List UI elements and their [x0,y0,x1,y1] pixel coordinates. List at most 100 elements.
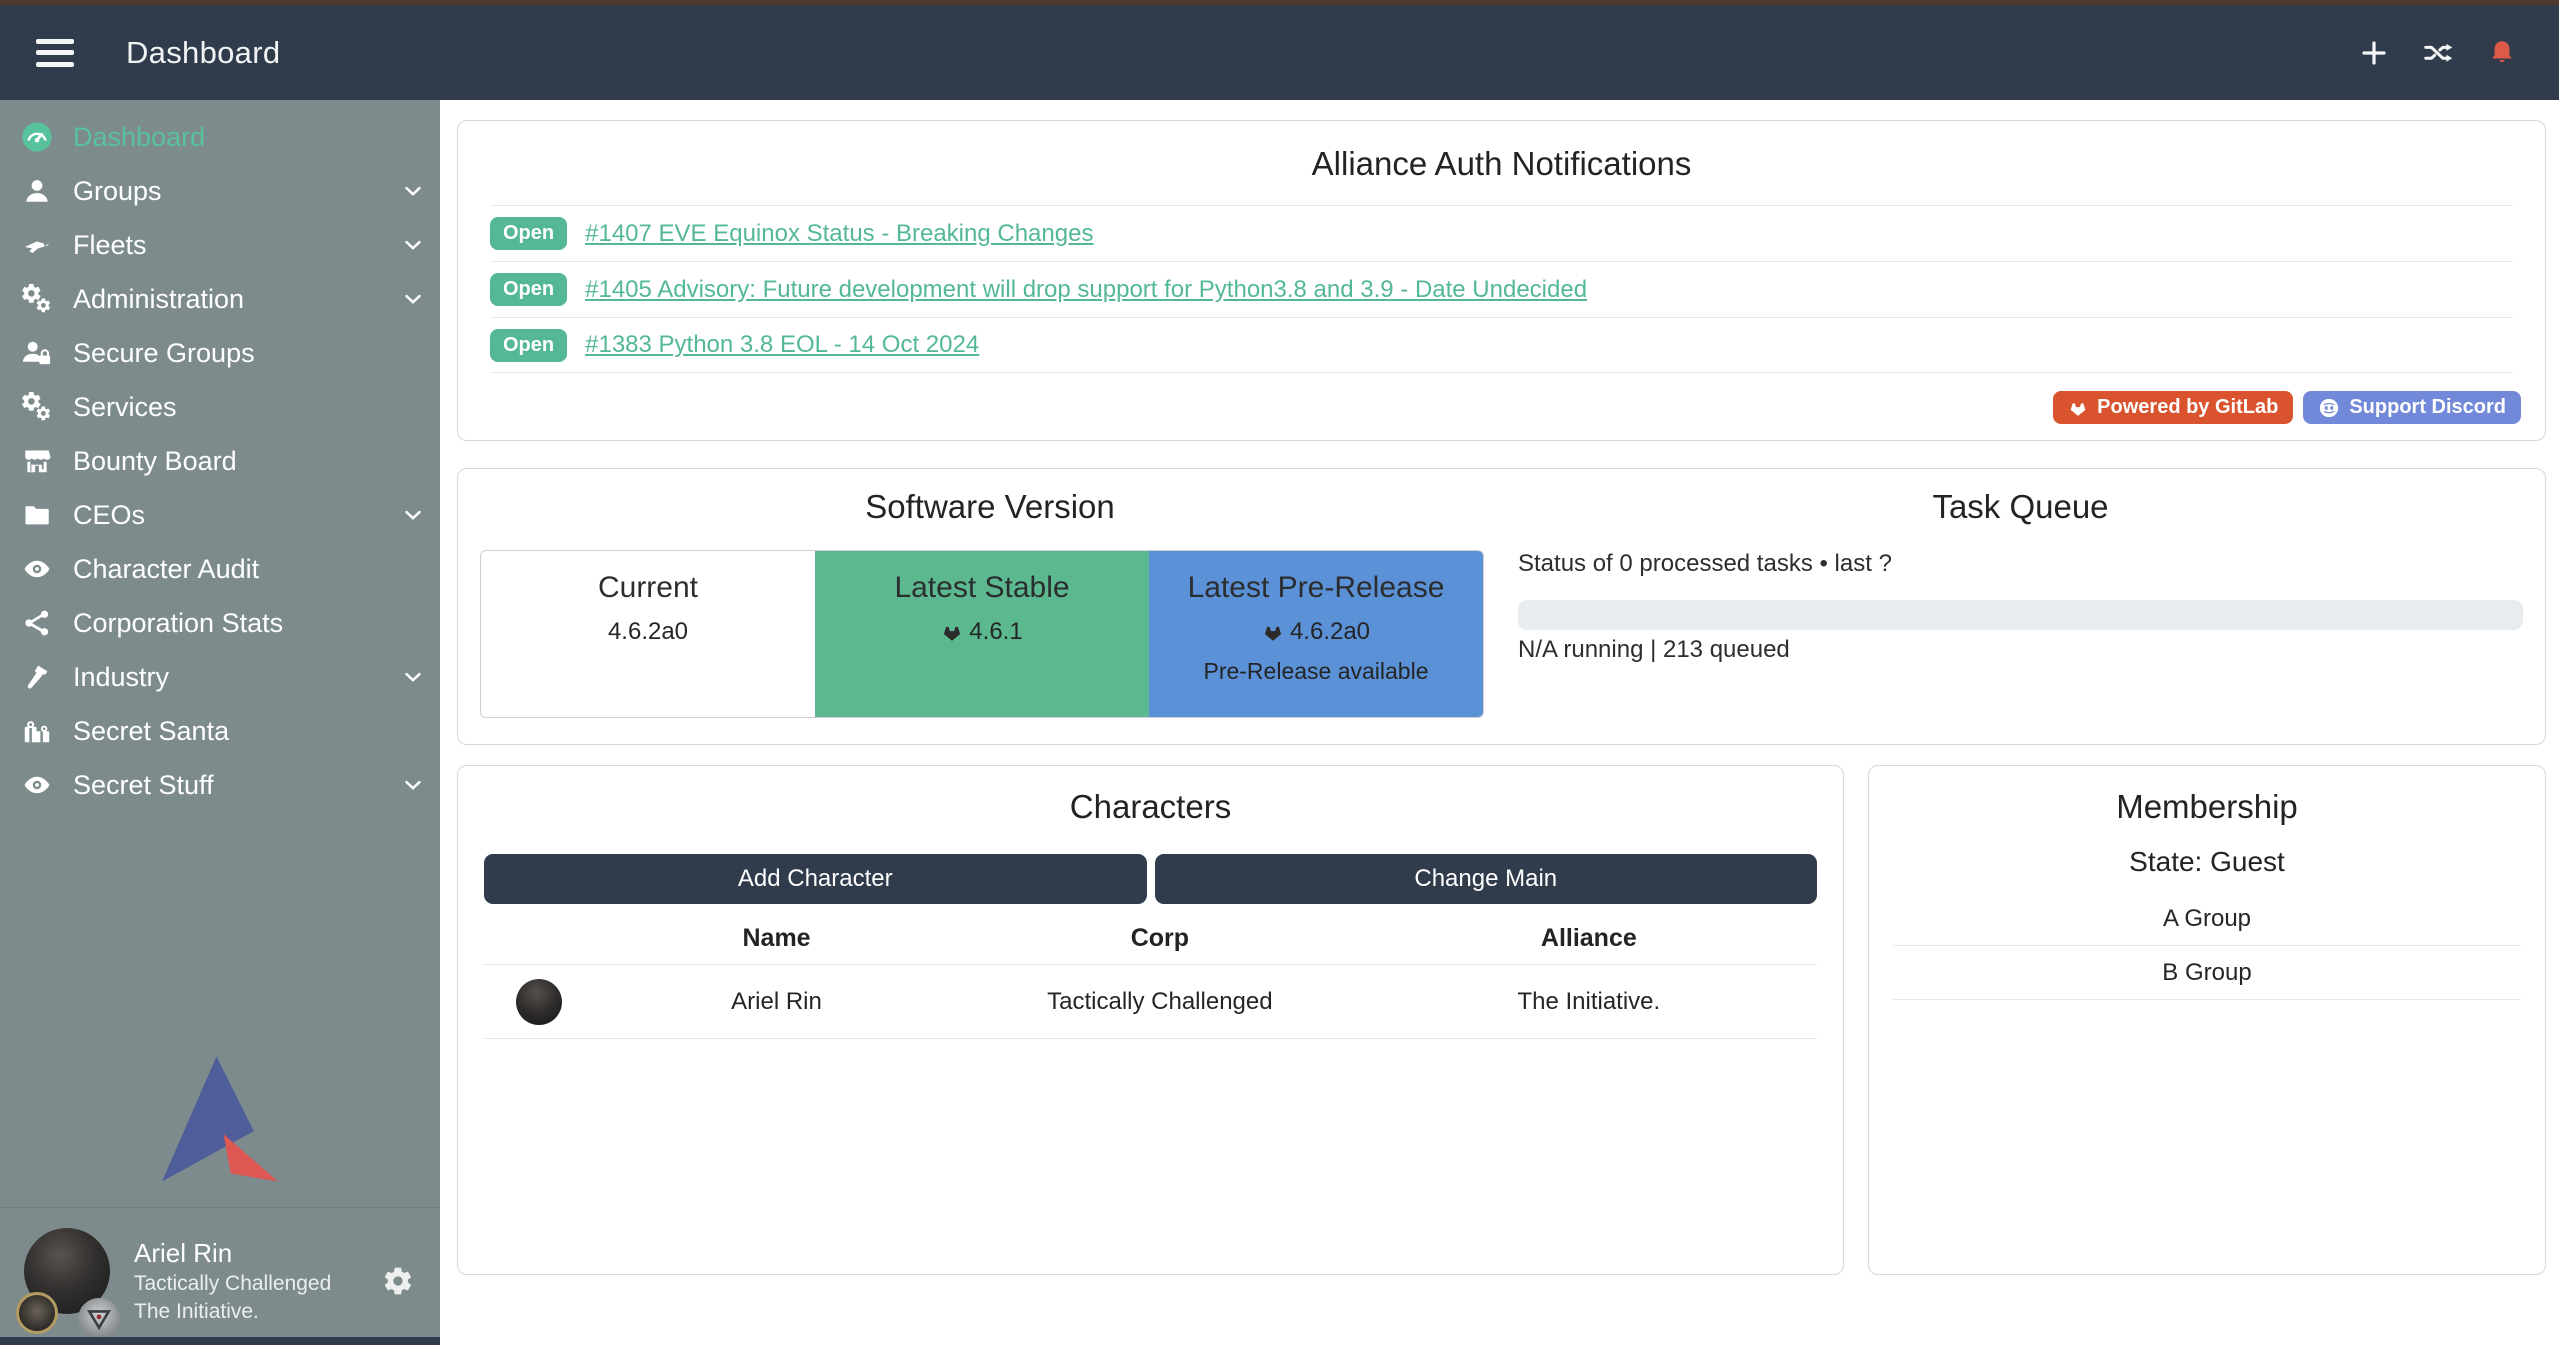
chevron-down-icon [400,772,426,798]
user-corp: Tactically Challenged [134,1270,382,1298]
sidebar-item-bounty-board[interactable]: Bounty Board [0,434,440,488]
sidebar-item-label: Industry [73,662,400,693]
bottom-row: Characters Add Character Change Main Nam… [457,765,2546,1275]
characters-table-header: Name Corp Alliance [484,912,1817,964]
notification-row[interactable]: Open #1383 Python 3.8 EOL - 14 Oct 2024 [490,317,2513,373]
software-version-section: Software Version Current 4.6.2a0 Latest … [480,488,1500,725]
characters-table: Name Corp Alliance Ariel Rin Tactically … [484,912,1817,1039]
sidebar-item-label: Dashboard [73,122,426,153]
change-main-button[interactable]: Change Main [1155,854,1818,904]
gitlab-icon [941,621,963,643]
character-corp: Tactically Challenged [959,988,1361,1016]
sidebar-item-industry[interactable]: Industry [0,650,440,704]
membership-groups: A Group B Group [1893,892,2521,1000]
sidebar-item-fleets[interactable]: Fleets [0,218,440,272]
user-lock-icon [21,337,53,369]
chevron-down-icon [400,178,426,204]
main-content: Alliance Auth Notifications Open #1407 E… [440,100,2559,1345]
group-row: A Group [1893,892,2521,946]
notification-bell-icon[interactable] [2485,36,2519,70]
menu-icon [36,39,74,44]
character-row: Ariel Rin Tactically Challenged The Init… [484,964,1817,1039]
eye-icon [21,553,53,585]
page-title: Dashboard [126,35,280,71]
sidebar-item-label: Secret Stuff [73,770,400,801]
character-avatar [516,979,562,1025]
sidebar-item-label: Groups [73,176,400,207]
user-avatar[interactable] [22,1226,112,1336]
sidebar-item-secret-stuff[interactable]: Secret Stuff [0,758,440,812]
user-panel: Ariel Rin Tactically Challenged The Init… [0,1225,440,1337]
support-discord-badge[interactable]: Support Discord [2303,391,2521,424]
version-latest-stable: Latest Stable 4.6.1 [815,551,1149,717]
col-name: Name [594,924,959,953]
share-nodes-icon [21,607,53,639]
task-queue-title: Task Queue [1518,488,2523,526]
membership-panel: Membership State: Guest A Group B Group [1868,765,2546,1275]
sidebar-item-groups[interactable]: Groups [0,164,440,218]
sidebar-item-label: Bounty Board [73,446,426,477]
sidebar-item-secure-groups[interactable]: Secure Groups [0,326,440,380]
menu-toggle-button[interactable] [36,39,74,67]
software-version-title: Software Version [480,488,1500,526]
corp-logo-badge [16,1292,58,1334]
status-badge: Open [490,273,567,306]
sidebar-item-dashboard[interactable]: Dashboard [0,110,440,164]
gifts-icon [21,715,53,747]
notification-row[interactable]: Open #1407 EVE Equinox Status - Breaking… [490,205,2513,261]
sidebar-item-administration[interactable]: Administration [0,272,440,326]
sidebar-item-label: CEOs [73,500,400,531]
sidebar-divider [0,1207,440,1208]
sidebar-item-ceos[interactable]: CEOs [0,488,440,542]
sidebar-item-label: Administration [73,284,400,315]
powered-by-gitlab-badge[interactable]: Powered by GitLab [2053,391,2293,424]
chevron-down-icon [400,232,426,258]
sidebar-item-label: Fleets [73,230,400,261]
notification-row[interactable]: Open #1405 Advisory: Future development … [490,261,2513,317]
notification-link[interactable]: #1383 Python 3.8 EOL - 14 Oct 2024 [585,331,979,359]
sidebar: Dashboard Groups Fleets Ad [0,100,440,1345]
character-name: Ariel Rin [594,988,959,1016]
notifications-footer: Powered by GitLab Support Discord [482,391,2521,424]
sidebar-item-label: Secure Groups [73,338,426,369]
notification-link[interactable]: #1405 Advisory: Future development will … [585,276,1587,304]
chevron-down-icon [400,664,426,690]
hammer-icon [21,661,53,693]
add-icon[interactable] [2357,36,2391,70]
sidebar-item-character-audit[interactable]: Character Audit [0,542,440,596]
task-queue-status: Status of 0 processed tasks • last ? [1518,550,2523,578]
add-character-button[interactable]: Add Character [484,854,1147,904]
col-corp: Corp [959,924,1361,953]
jet-icon [21,229,53,261]
col-alliance: Alliance [1361,924,1817,953]
user-alliance: The Initiative. [134,1298,382,1326]
alliance-logo-badge [78,1298,120,1340]
settings-gear-icon[interactable] [382,1265,414,1297]
user-info: Ariel Rin Tactically Challenged The Init… [134,1236,382,1326]
version-latest-prerelease: Latest Pre-Release 4.6.2a0 Pre-Release a… [1149,551,1483,717]
version-columns: Current 4.6.2a0 Latest Stable 4.6.1 Late… [480,550,1484,718]
page: Dashboard [0,0,2559,1345]
user-icon [21,175,53,207]
characters-buttons: Add Character Change Main [484,854,1817,904]
notification-link[interactable]: #1407 EVE Equinox Status - Breaking Chan… [585,220,1093,248]
status-badge: Open [490,217,567,250]
folder-icon [21,499,53,531]
shuffle-icon[interactable] [2421,36,2455,70]
eye-icon [21,769,53,801]
gauge-icon [21,121,53,153]
gears-icon [21,283,53,315]
character-alliance: The Initiative. [1361,988,1817,1016]
group-row: B Group [1893,946,2521,1000]
sidebar-item-services[interactable]: Services [0,380,440,434]
task-queue-footer: N/A running | 213 queued [1518,636,2523,664]
version-current: Current 4.6.2a0 [481,551,815,717]
notifications-title: Alliance Auth Notifications [482,145,2521,183]
sidebar-item-label: Character Audit [73,554,426,585]
sidebar-item-secret-santa[interactable]: Secret Santa [0,704,440,758]
status-badge: Open [490,329,567,362]
membership-title: Membership [1893,788,2521,826]
sidebar-item-label: Corporation Stats [73,608,426,639]
storefront-icon [21,445,53,477]
sidebar-item-corporation-stats[interactable]: Corporation Stats [0,596,440,650]
